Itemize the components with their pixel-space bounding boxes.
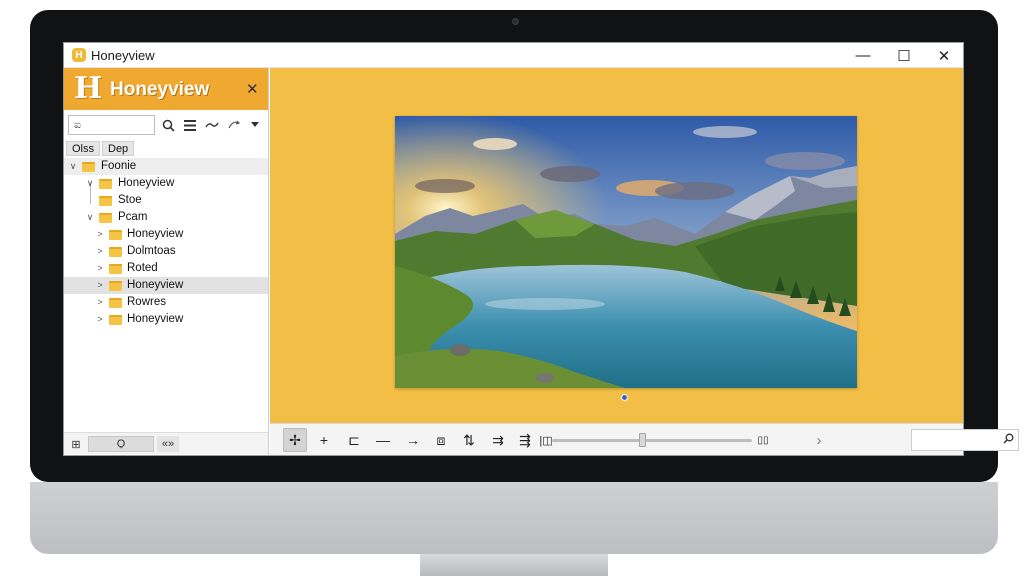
list-icon[interactable] bbox=[181, 116, 199, 134]
panel-close-button[interactable]: ✕ bbox=[246, 80, 259, 98]
folder-icon bbox=[109, 230, 122, 240]
slider-end-icon[interactable]: ▯▯ bbox=[755, 428, 771, 452]
wave-icon[interactable] bbox=[203, 116, 221, 134]
align-button[interactable]: ⇉ bbox=[486, 428, 510, 452]
tree-item[interactable]: ∨ Honeyview bbox=[64, 175, 268, 192]
tree-item-label: Honeyview bbox=[127, 313, 184, 325]
zoom-slider-thumb[interactable] bbox=[639, 433, 646, 447]
tree-item[interactable]: > Honeyview bbox=[64, 226, 268, 243]
expand-arrow-icon[interactable]: > bbox=[95, 294, 105, 311]
expand-arrow-icon[interactable]: ∨ bbox=[68, 158, 78, 175]
tree-item-label: Dolmtoas bbox=[127, 245, 176, 257]
move-tool-button[interactable]: ✢ bbox=[283, 428, 307, 452]
folder-panel: H Honeyview ✕ ಐ Olss Dep ∨ Foonie ∨ Hone… bbox=[64, 68, 269, 455]
bottom-toolbar: ✢ + ⊏ — → ⧈ ⇅ ⇉ ⇶ |◫ ▯▯ › bbox=[270, 423, 1019, 455]
toolbar-search-input[interactable] bbox=[911, 429, 1019, 451]
monitor-stand bbox=[420, 554, 608, 576]
folder-icon bbox=[99, 213, 112, 223]
tree-item[interactable]: > Dolmtoas bbox=[64, 243, 268, 260]
folder-icon bbox=[109, 298, 122, 308]
adjust-button[interactable]: ⇅ bbox=[457, 428, 481, 452]
tree-item[interactable]: > Honeyview bbox=[64, 311, 268, 328]
tree-item-label: Rowres bbox=[127, 296, 166, 308]
folder-icon bbox=[109, 315, 122, 325]
folder-icon bbox=[82, 162, 95, 172]
image-viewer bbox=[270, 68, 963, 423]
zoom-slider[interactable] bbox=[552, 439, 752, 442]
chevron-down-icon[interactable] bbox=[246, 116, 264, 134]
folder-icon bbox=[99, 179, 112, 189]
gallery-button[interactable]: ⧈ bbox=[429, 428, 453, 452]
panel-title: Honeyview bbox=[110, 79, 210, 100]
camera-icon bbox=[512, 18, 519, 25]
landscape-photo[interactable] bbox=[395, 116, 857, 388]
tree-item-selected[interactable]: > Honeyview bbox=[64, 277, 268, 294]
grid-icon[interactable]: ⊞ bbox=[68, 436, 84, 452]
tree-item-label: Roted bbox=[127, 262, 158, 274]
app-logo-icon: H bbox=[72, 48, 86, 62]
flow-button[interactable]: ⇶ bbox=[513, 428, 537, 452]
panel-header: H Honeyview ✕ bbox=[64, 68, 268, 110]
tree-item-label: Pcam bbox=[118, 211, 148, 223]
expand-arrow-icon[interactable]: > bbox=[95, 243, 105, 260]
expand-arrow-icon[interactable]: > bbox=[95, 260, 105, 277]
tree-item[interactable]: Stoe bbox=[64, 192, 268, 209]
folder-icon bbox=[99, 196, 112, 206]
refresh-icon[interactable] bbox=[225, 116, 243, 134]
page-indicator-dot[interactable] bbox=[621, 394, 628, 401]
expand-arrow-icon[interactable]: ∨ bbox=[85, 209, 95, 226]
tree-item-label: Honeyview bbox=[118, 177, 175, 189]
expand-arrow-icon[interactable]: ∨ bbox=[85, 175, 95, 192]
tree-item-label: Honeyview bbox=[127, 228, 184, 240]
folder-icon bbox=[109, 281, 122, 291]
tree-item[interactable]: > Rowres bbox=[64, 294, 268, 311]
expand-arrow-icon[interactable]: > bbox=[95, 226, 105, 243]
tree-item[interactable]: ∨ Foonie bbox=[64, 158, 268, 175]
tree-item-label: Stoe bbox=[118, 194, 142, 206]
monitor-chin bbox=[30, 482, 998, 554]
footer-nav-button[interactable]: «» bbox=[157, 436, 179, 452]
honeyview-logo-icon: H bbox=[74, 71, 103, 106]
line-button[interactable]: — bbox=[371, 428, 395, 452]
close-button[interactable]: ✕ bbox=[924, 43, 964, 68]
maximize-button[interactable]: ☐ bbox=[884, 43, 924, 68]
title-bar: H Honeyview — ☐ ✕ bbox=[64, 43, 963, 68]
tree-item-label: Foonie bbox=[101, 160, 137, 172]
landscape-image bbox=[395, 116, 857, 388]
search-icon[interactable] bbox=[1003, 433, 1014, 447]
tree-item-label: Honeyview bbox=[127, 279, 184, 291]
app-window: H Honeyview — ☐ ✕ H Honeyview ✕ ಐ Olss D… bbox=[63, 42, 1019, 456]
footer-zoom-button[interactable]: O̱ bbox=[88, 436, 154, 452]
panel-search-row: ಐ bbox=[64, 113, 268, 137]
arrow-button[interactable]: → bbox=[401, 428, 425, 452]
tree-item[interactable]: ∨ Pcam bbox=[64, 209, 268, 226]
expand-arrow-icon[interactable]: > bbox=[95, 311, 105, 328]
tab-olss[interactable]: Olss bbox=[66, 141, 100, 156]
panel-search-input[interactable]: ಐ bbox=[68, 115, 155, 135]
window-title: Honeyview bbox=[91, 48, 155, 63]
search-icon[interactable] bbox=[159, 116, 177, 134]
tree-item[interactable]: > Roted bbox=[64, 260, 268, 277]
panel-tabs: Olss Dep bbox=[64, 140, 268, 157]
folder-icon bbox=[109, 264, 122, 274]
next-button[interactable]: › bbox=[807, 428, 831, 452]
minimize-button[interactable]: — bbox=[843, 43, 883, 68]
expand-arrow-icon[interactable]: > bbox=[95, 277, 105, 294]
panel-footer: ⊞ O̱ «» bbox=[64, 432, 268, 454]
tab-dep[interactable]: Dep bbox=[102, 141, 135, 156]
frame-button[interactable]: ⊏ bbox=[342, 428, 366, 452]
add-button[interactable]: + bbox=[312, 428, 336, 452]
folder-tree: ∨ Foonie ∨ Honeyview Stoe ∨ Pcam > Honey… bbox=[64, 158, 268, 328]
folder-icon bbox=[109, 247, 122, 257]
